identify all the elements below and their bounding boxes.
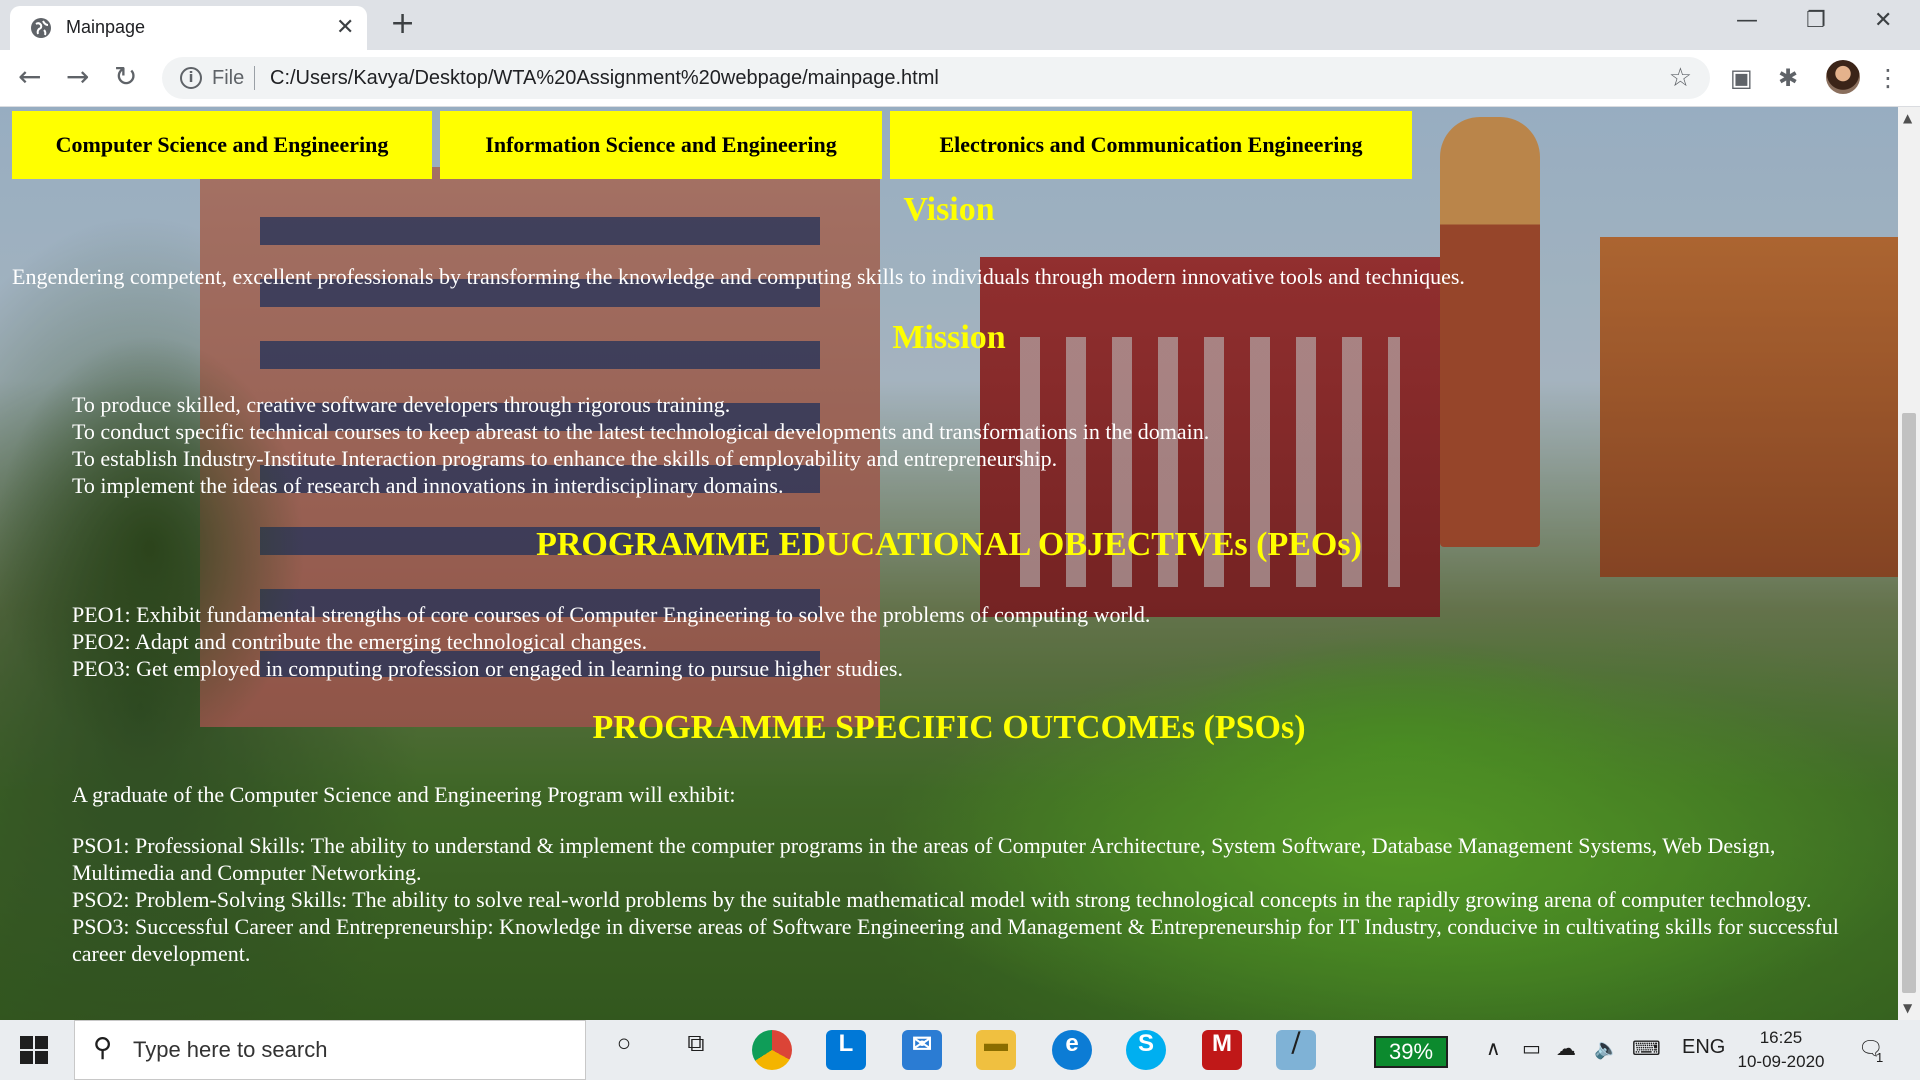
mission-item: To conduct specific technical courses to… [72,419,1210,444]
minimize-icon[interactable]: — [1736,8,1758,33]
peo-heading: PROGRAMME EDUCATIONAL OBJECTIVEs (PEOs) [536,526,1362,563]
vision-heading: Vision [903,191,995,228]
scheme-label: File [212,67,245,89]
globe-icon [31,18,51,38]
close-tab-icon[interactable]: ✕ [336,15,354,41]
peo-list: PEO1: Exhibit fundamental strengths of c… [72,601,1150,682]
reload-icon[interactable]: ↻ [114,62,137,92]
peo-item: PEO2: Adapt and contribute the emerging … [72,629,648,654]
pso-item: PSO3: Successful Career and Entrepreneur… [72,914,1839,966]
nav-ece-button[interactable]: Electronics and Communication Engineerin… [890,111,1412,179]
mail-icon[interactable]: ✉ [902,1030,942,1070]
skype-icon[interactable]: S [1126,1030,1166,1070]
chrome-icon[interactable] [752,1030,792,1070]
show-hidden-icons-icon[interactable]: ∧ [1486,1036,1501,1060]
taskbar-search-box[interactable]: ⚲ Type here to search [74,1020,586,1080]
browser-toolbar: ← → ↻ i File C:/Users/Kavya/Desktop/WTA%… [0,50,1920,107]
mission-item: To implement the ideas of research and i… [72,473,784,498]
windows-taskbar: ⚲ Type here to search ○ ⧉ L ✉ ▬ e S M ⧸ … [0,1020,1920,1080]
scrollbar-thumb[interactable] [1902,413,1916,993]
battery-indicator[interactable]: 39% [1374,1036,1448,1068]
nav-ise-button[interactable]: Information Science and Engineering [440,111,882,179]
address-separator [254,66,255,90]
volume-icon[interactable]: 🔈 [1594,1036,1619,1060]
mission-item: To produce skilled, creative software de… [72,392,731,417]
onedrive-icon[interactable]: ☁ [1556,1036,1576,1060]
battery-icon[interactable]: ▭ [1522,1036,1541,1060]
info-icon[interactable]: i [180,67,202,89]
task-view-icon[interactable]: ⧉ [676,1030,716,1070]
keyboard-icon[interactable]: ⌨ [1632,1036,1661,1060]
peo-item: PEO3: Get employed in computing professi… [72,656,903,681]
peo-item: PEO1: Exhibit fundamental strengths of c… [72,602,1151,627]
vision-text: Engendering competent, excellent profess… [12,264,1465,289]
new-tab-button[interactable]: + [390,9,415,39]
mcafee-icon[interactable]: M [1202,1030,1242,1070]
mission-heading: Mission [892,319,1006,356]
taskbar-clock[interactable]: 16:25 10-09-2020 [1736,1026,1826,1074]
l-app-icon[interactable]: L [826,1030,866,1070]
forward-icon[interactable]: → [66,62,89,92]
tab-title: Mainpage [66,17,146,37]
browser-tab[interactable]: Mainpage ✕ [10,6,367,50]
windows-start-icon[interactable] [20,1036,48,1064]
file-explorer-icon[interactable]: ▬ [976,1030,1016,1070]
pso-item: PSO2: Problem-Solving Skills: The abilit… [72,887,1812,912]
pso-intro: A graduate of the Computer Science and E… [72,782,736,807]
nav-cse-button[interactable]: Computer Science and Engineering [12,111,432,179]
profile-avatar[interactable] [1826,60,1860,94]
pso-list: PSO1: Professional Skills: The ability t… [72,832,1872,967]
notification-count: 1 [1876,1050,1884,1065]
clock-date: 10-09-2020 [1737,1052,1825,1071]
url-text[interactable]: C:/Users/Kavya/Desktop/WTA%20Assignment%… [270,67,939,90]
back-icon[interactable]: ← [18,62,41,92]
pso-item: PSO1: Professional Skills: The ability t… [72,833,1776,885]
search-icon: ⚲ [93,1033,113,1063]
notepad-icon[interactable]: ⧸ [1276,1030,1316,1070]
mission-item: To establish Industry-Institute Interact… [72,446,1058,471]
scroll-up-icon[interactable]: ▲ [1903,111,1912,125]
restore-icon[interactable]: ❐ [1806,8,1826,33]
clock-time: 16:25 [1759,1028,1803,1047]
close-window-icon[interactable]: ✕ [1874,8,1892,33]
browser-title-bar: Mainpage ✕ + — ❐ ✕ [0,0,1920,50]
edge-icon[interactable]: e [1052,1030,1092,1070]
puzzle-extensions-icon[interactable]: ✱ [1778,64,1798,92]
page-viewport: Computer Science and Engineering Informa… [0,107,1898,1020]
menu-dots-icon[interactable]: ⋮ [1876,64,1900,92]
address-bar[interactable]: i File C:/Users/Kavya/Desktop/WTA%20Assi… [162,57,1710,99]
mission-list: To produce skilled, creative software de… [72,391,1209,499]
bookmark-star-icon[interactable]: ☆ [1669,63,1692,93]
scroll-down-icon[interactable]: ▼ [1903,1001,1912,1015]
search-placeholder: Type here to search [133,1037,328,1062]
vertical-scrollbar[interactable]: ▲ ▼ [1898,107,1920,1020]
extension-icon[interactable]: ▣ [1730,64,1753,92]
pso-heading: PROGRAMME SPECIFIC OUTCOMEs (PSOs) [592,709,1306,746]
cortana-icon[interactable]: ○ [604,1030,644,1070]
language-indicator[interactable]: ENG [1682,1036,1725,1059]
